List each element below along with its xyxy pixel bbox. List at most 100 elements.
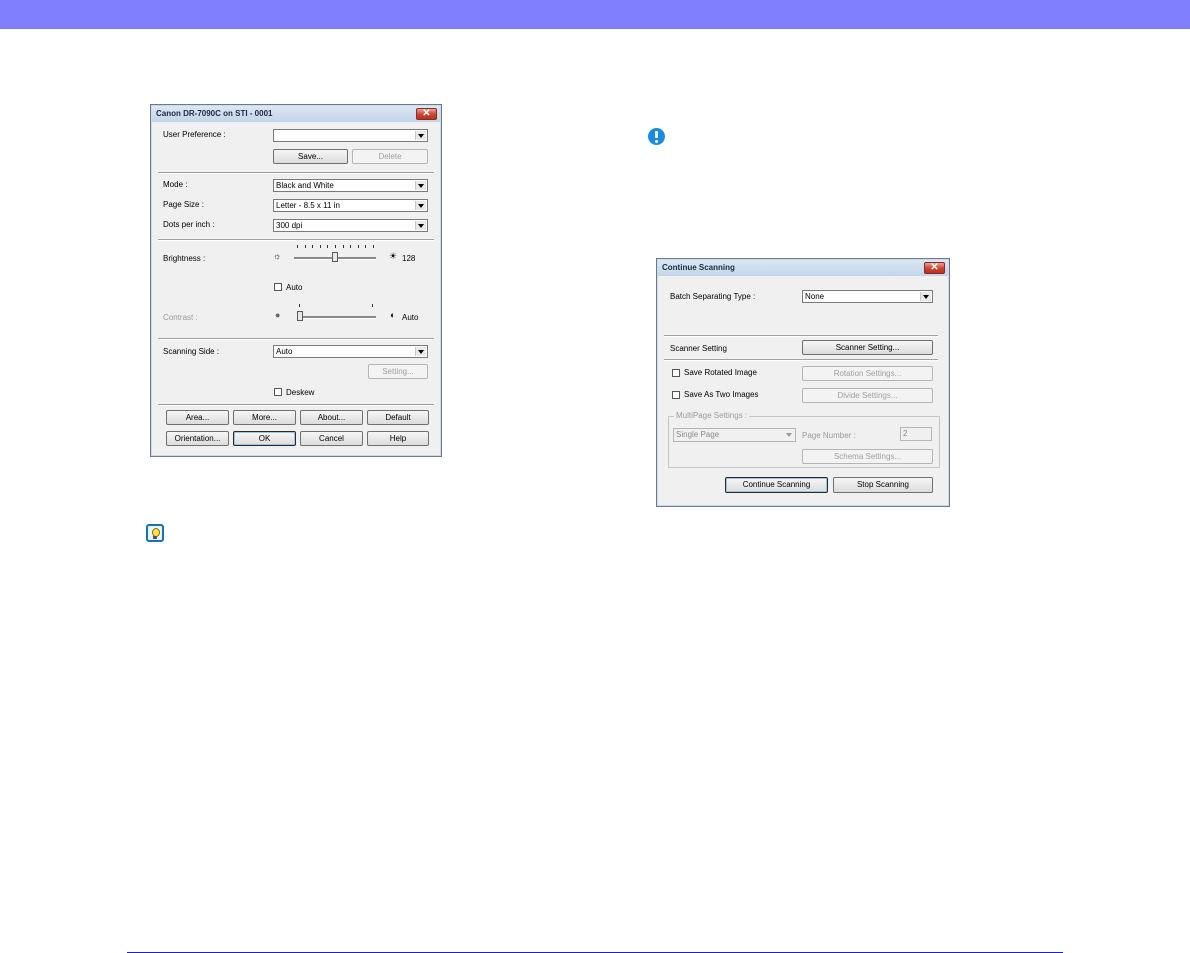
help-button[interactable]: Help bbox=[367, 431, 429, 446]
title-bar: Canon DR-7090C on STI - 0001 ✕ bbox=[152, 106, 440, 122]
about-button[interactable]: About... bbox=[300, 410, 363, 425]
slider-tick bbox=[327, 245, 329, 248]
scanner-driver-dialog: Canon DR-7090C on STI - 0001 ✕ User Pref… bbox=[150, 104, 442, 457]
save-two-images-label: Save As Two Images bbox=[684, 390, 759, 399]
mode-value: Black and White bbox=[276, 181, 334, 190]
close-button[interactable]: ✕ bbox=[416, 108, 437, 120]
save-rotated-label: Save Rotated Image bbox=[684, 368, 757, 377]
more-button[interactable]: More... bbox=[233, 410, 296, 425]
save-two-images-checkbox[interactable] bbox=[672, 391, 680, 399]
contrast-low-icon: ● bbox=[275, 310, 281, 320]
separator bbox=[158, 338, 434, 340]
dialog-title: Canon DR-7090C on STI - 0001 bbox=[156, 109, 273, 118]
slider-tick bbox=[350, 245, 352, 248]
chevron-down-icon bbox=[784, 430, 794, 439]
chevron-down-icon bbox=[415, 131, 426, 140]
scanning-side-value: Auto bbox=[276, 347, 293, 356]
contrast-value: Auto bbox=[402, 313, 419, 322]
lightbulb-icon bbox=[146, 524, 164, 542]
chevron-down-icon bbox=[415, 201, 426, 210]
slider-tick bbox=[342, 245, 344, 248]
chevron-down-icon bbox=[415, 221, 426, 230]
close-icon: ✕ bbox=[930, 262, 939, 273]
deskew-checkbox[interactable] bbox=[274, 388, 282, 396]
chevron-down-icon bbox=[920, 292, 931, 301]
batch-separating-value: None bbox=[805, 292, 825, 301]
setting-button[interactable]: Setting... bbox=[368, 364, 428, 379]
close-button[interactable]: ✕ bbox=[924, 262, 945, 274]
contrast-high-icon: ◐ bbox=[390, 310, 396, 320]
user-preference-label: User Preference : bbox=[163, 130, 226, 139]
slider-tick bbox=[373, 245, 374, 248]
mode-label: Mode : bbox=[163, 180, 188, 189]
dpi-value: 300 dpi bbox=[276, 221, 303, 230]
separator bbox=[664, 335, 938, 337]
area-button[interactable]: Area... bbox=[166, 410, 229, 425]
multipage-value: Single Page bbox=[676, 430, 720, 439]
dialog-client-area: Batch Separating Type : None Scanner Set… bbox=[662, 277, 944, 501]
divide-settings-button[interactable]: Divide Settings... bbox=[802, 388, 933, 403]
exclamation-icon bbox=[648, 128, 665, 145]
slider-tick bbox=[304, 245, 306, 248]
multipage-settings-label: MultiPage Settings : bbox=[674, 411, 750, 420]
cancel-button[interactable]: Cancel bbox=[300, 431, 363, 446]
slider-tick bbox=[297, 245, 298, 248]
dialog-title: Continue Scanning bbox=[662, 263, 735, 272]
brightness-label: Brightness : bbox=[163, 254, 206, 263]
orientation-button[interactable]: Orientation... bbox=[166, 431, 229, 446]
deskew-label: Deskew bbox=[286, 388, 315, 397]
bulb-base bbox=[153, 536, 157, 539]
save-rotated-checkbox[interactable] bbox=[672, 369, 680, 377]
page-number-label: Page Number : bbox=[802, 431, 856, 440]
continue-scanning-button[interactable]: Continue Scanning bbox=[725, 477, 828, 493]
brightness-value: 128 bbox=[402, 254, 416, 263]
chevron-down-icon bbox=[415, 181, 426, 190]
brightness-high-icon: ☀ bbox=[389, 251, 398, 261]
default-button[interactable]: Default bbox=[367, 410, 429, 425]
page-number-field[interactable]: 2 bbox=[900, 427, 932, 441]
contrast-slider[interactable] bbox=[297, 316, 376, 319]
batch-separating-dropdown[interactable]: None bbox=[802, 290, 933, 303]
separator bbox=[158, 239, 434, 241]
slider-tick bbox=[335, 245, 336, 248]
continue-scanning-dialog: Continue Scanning ✕ Batch Separating Typ… bbox=[656, 258, 950, 507]
brightness-auto-checkbox[interactable] bbox=[274, 283, 282, 291]
slider-tick bbox=[365, 245, 367, 248]
dpi-dropdown[interactable]: 300 dpi bbox=[273, 219, 428, 232]
ok-button[interactable]: OK bbox=[233, 431, 296, 446]
slider-tick bbox=[312, 245, 314, 248]
slider-tick bbox=[319, 245, 321, 248]
stop-scanning-button[interactable]: Stop Scanning bbox=[833, 477, 933, 493]
batch-separating-label: Batch Separating Type : bbox=[670, 292, 756, 301]
dialog-client-area: User Preference : Save... Delete Mode : … bbox=[156, 123, 436, 451]
rotation-settings-button[interactable]: Rotation Settings... bbox=[802, 366, 933, 381]
mode-dropdown[interactable]: Black and White bbox=[273, 179, 428, 192]
chevron-down-icon bbox=[415, 347, 426, 356]
user-preference-dropdown[interactable] bbox=[273, 129, 428, 142]
separator bbox=[158, 172, 434, 174]
save-button[interactable]: Save... bbox=[273, 149, 348, 164]
page-size-label: Page Size : bbox=[163, 200, 204, 209]
separator bbox=[664, 359, 938, 361]
delete-button[interactable]: Delete bbox=[352, 149, 428, 164]
contrast-label: Contrast : bbox=[163, 313, 198, 322]
title-bar: Continue Scanning ✕ bbox=[658, 260, 948, 276]
dpi-label: Dots per inch : bbox=[163, 220, 215, 229]
brightness-low-icon: ☼ bbox=[273, 251, 282, 261]
scanner-setting-button[interactable]: Scanner Setting... bbox=[802, 340, 933, 355]
page-size-value: Letter - 8.5 x 11 in bbox=[276, 201, 340, 210]
scanner-setting-label: Scanner Setting bbox=[670, 344, 727, 353]
contrast-slider-thumb[interactable] bbox=[297, 311, 303, 321]
page-size-dropdown[interactable]: Letter - 8.5 x 11 in bbox=[273, 199, 428, 212]
schema-settings-button[interactable]: Schema Settings... bbox=[802, 449, 933, 464]
scanning-side-label: Scanning Side : bbox=[163, 347, 220, 356]
brightness-auto-label: Auto bbox=[286, 283, 303, 292]
scanning-side-dropdown[interactable]: Auto bbox=[273, 345, 428, 358]
slider-tick bbox=[372, 304, 373, 307]
close-icon: ✕ bbox=[422, 108, 431, 119]
top-banner bbox=[0, 0, 1190, 29]
multipage-dropdown[interactable]: Single Page bbox=[673, 428, 796, 442]
slider-tick bbox=[299, 304, 300, 307]
separator bbox=[158, 404, 434, 406]
brightness-slider-thumb[interactable] bbox=[332, 252, 338, 262]
